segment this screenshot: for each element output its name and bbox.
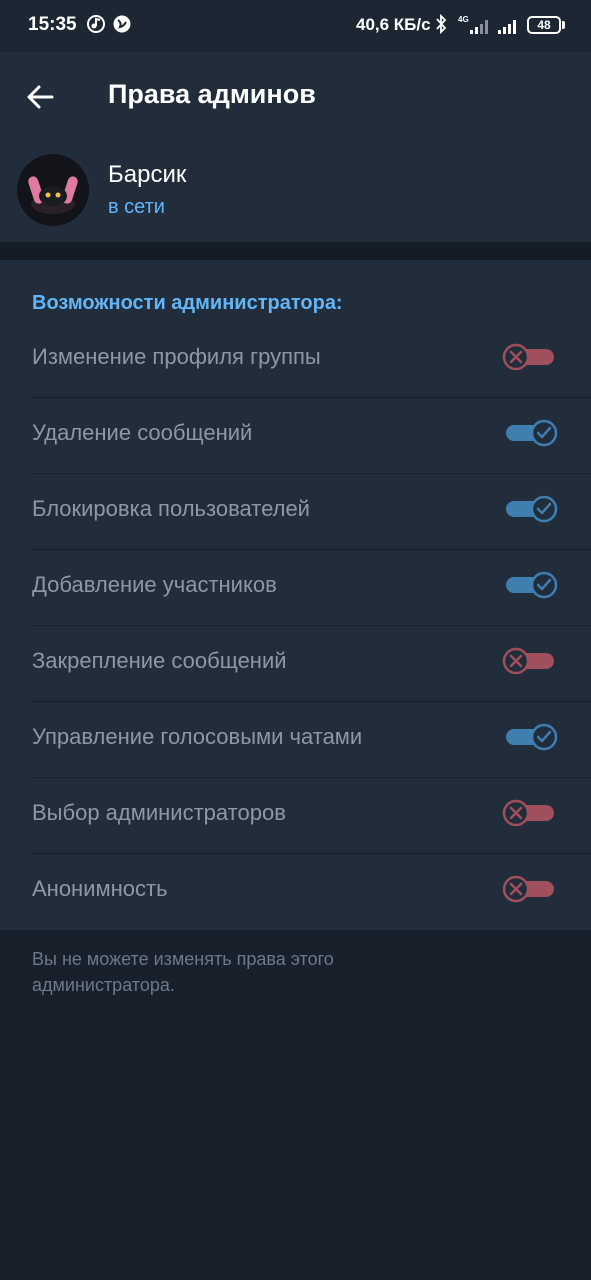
network-speed: 40,6 КБ/с	[356, 15, 431, 34]
network-type-label: 4G	[458, 15, 469, 24]
permission-row[interactable]: Блокировка пользователей	[0, 474, 591, 550]
permission-label: Изменение профиля группы	[32, 344, 321, 369]
signal-icon	[498, 20, 516, 34]
permission-row[interactable]: Изменение профиля группы	[0, 322, 591, 398]
toggle-off-icon[interactable]	[500, 340, 560, 374]
permission-row[interactable]: Закрепление сообщений	[0, 626, 591, 702]
app-bar: Права админов	[0, 52, 591, 138]
section-header: Возможности администратора:	[32, 292, 343, 314]
status-bar: 15:35 40,6 КБ/с 4G 48	[0, 0, 591, 52]
bluetooth-icon	[436, 14, 447, 34]
permission-row[interactable]: Управление голосовыми чатами	[0, 702, 591, 778]
permission-label: Анонимность	[32, 876, 168, 901]
admin-profile[interactable]: Барсик в сети	[0, 138, 591, 242]
toggle-on-icon[interactable]	[500, 492, 560, 526]
avatar	[17, 154, 89, 226]
toggle-on-icon[interactable]	[500, 416, 560, 450]
section-divider	[0, 242, 591, 260]
permission-label: Добавление участников	[32, 572, 277, 597]
signal-4g-icon: 4G	[458, 15, 488, 34]
permission-label: Управление голосовыми чатами	[32, 724, 363, 749]
toggle-off-icon[interactable]	[500, 872, 560, 906]
permission-row[interactable]: Выбор администраторов	[0, 778, 591, 854]
toggle-off-icon[interactable]	[500, 644, 560, 678]
toggle-on-icon[interactable]	[500, 720, 560, 754]
permission-row[interactable]: Добавление участников	[0, 550, 591, 626]
permission-label: Удаление сообщений	[32, 420, 253, 445]
permission-label: Блокировка пользователей	[32, 496, 310, 521]
permission-row[interactable]: Анонимность	[0, 854, 591, 930]
profile-name: Барсик	[108, 161, 187, 188]
permission-label: Закрепление сообщений	[32, 648, 287, 673]
arrow-left-icon[interactable]	[18, 74, 64, 120]
toggle-off-icon[interactable]	[500, 796, 560, 830]
toggle-on-icon[interactable]	[500, 568, 560, 602]
battery-icon: 48	[527, 16, 561, 34]
footer-note: Вы не можете изменять права этого админи…	[32, 949, 334, 995]
permission-row[interactable]: Удаление сообщений	[0, 398, 591, 474]
profile-status: в сети	[108, 196, 165, 218]
permissions-section: Возможности администратора: Изменение пр…	[0, 260, 591, 930]
status-time: 15:35	[28, 14, 77, 35]
music-note-icon	[87, 15, 105, 33]
permission-label: Выбор администраторов	[32, 800, 286, 825]
battery-tip	[562, 21, 565, 29]
globe-icon	[113, 15, 131, 33]
page-title: Права админов	[108, 79, 316, 109]
